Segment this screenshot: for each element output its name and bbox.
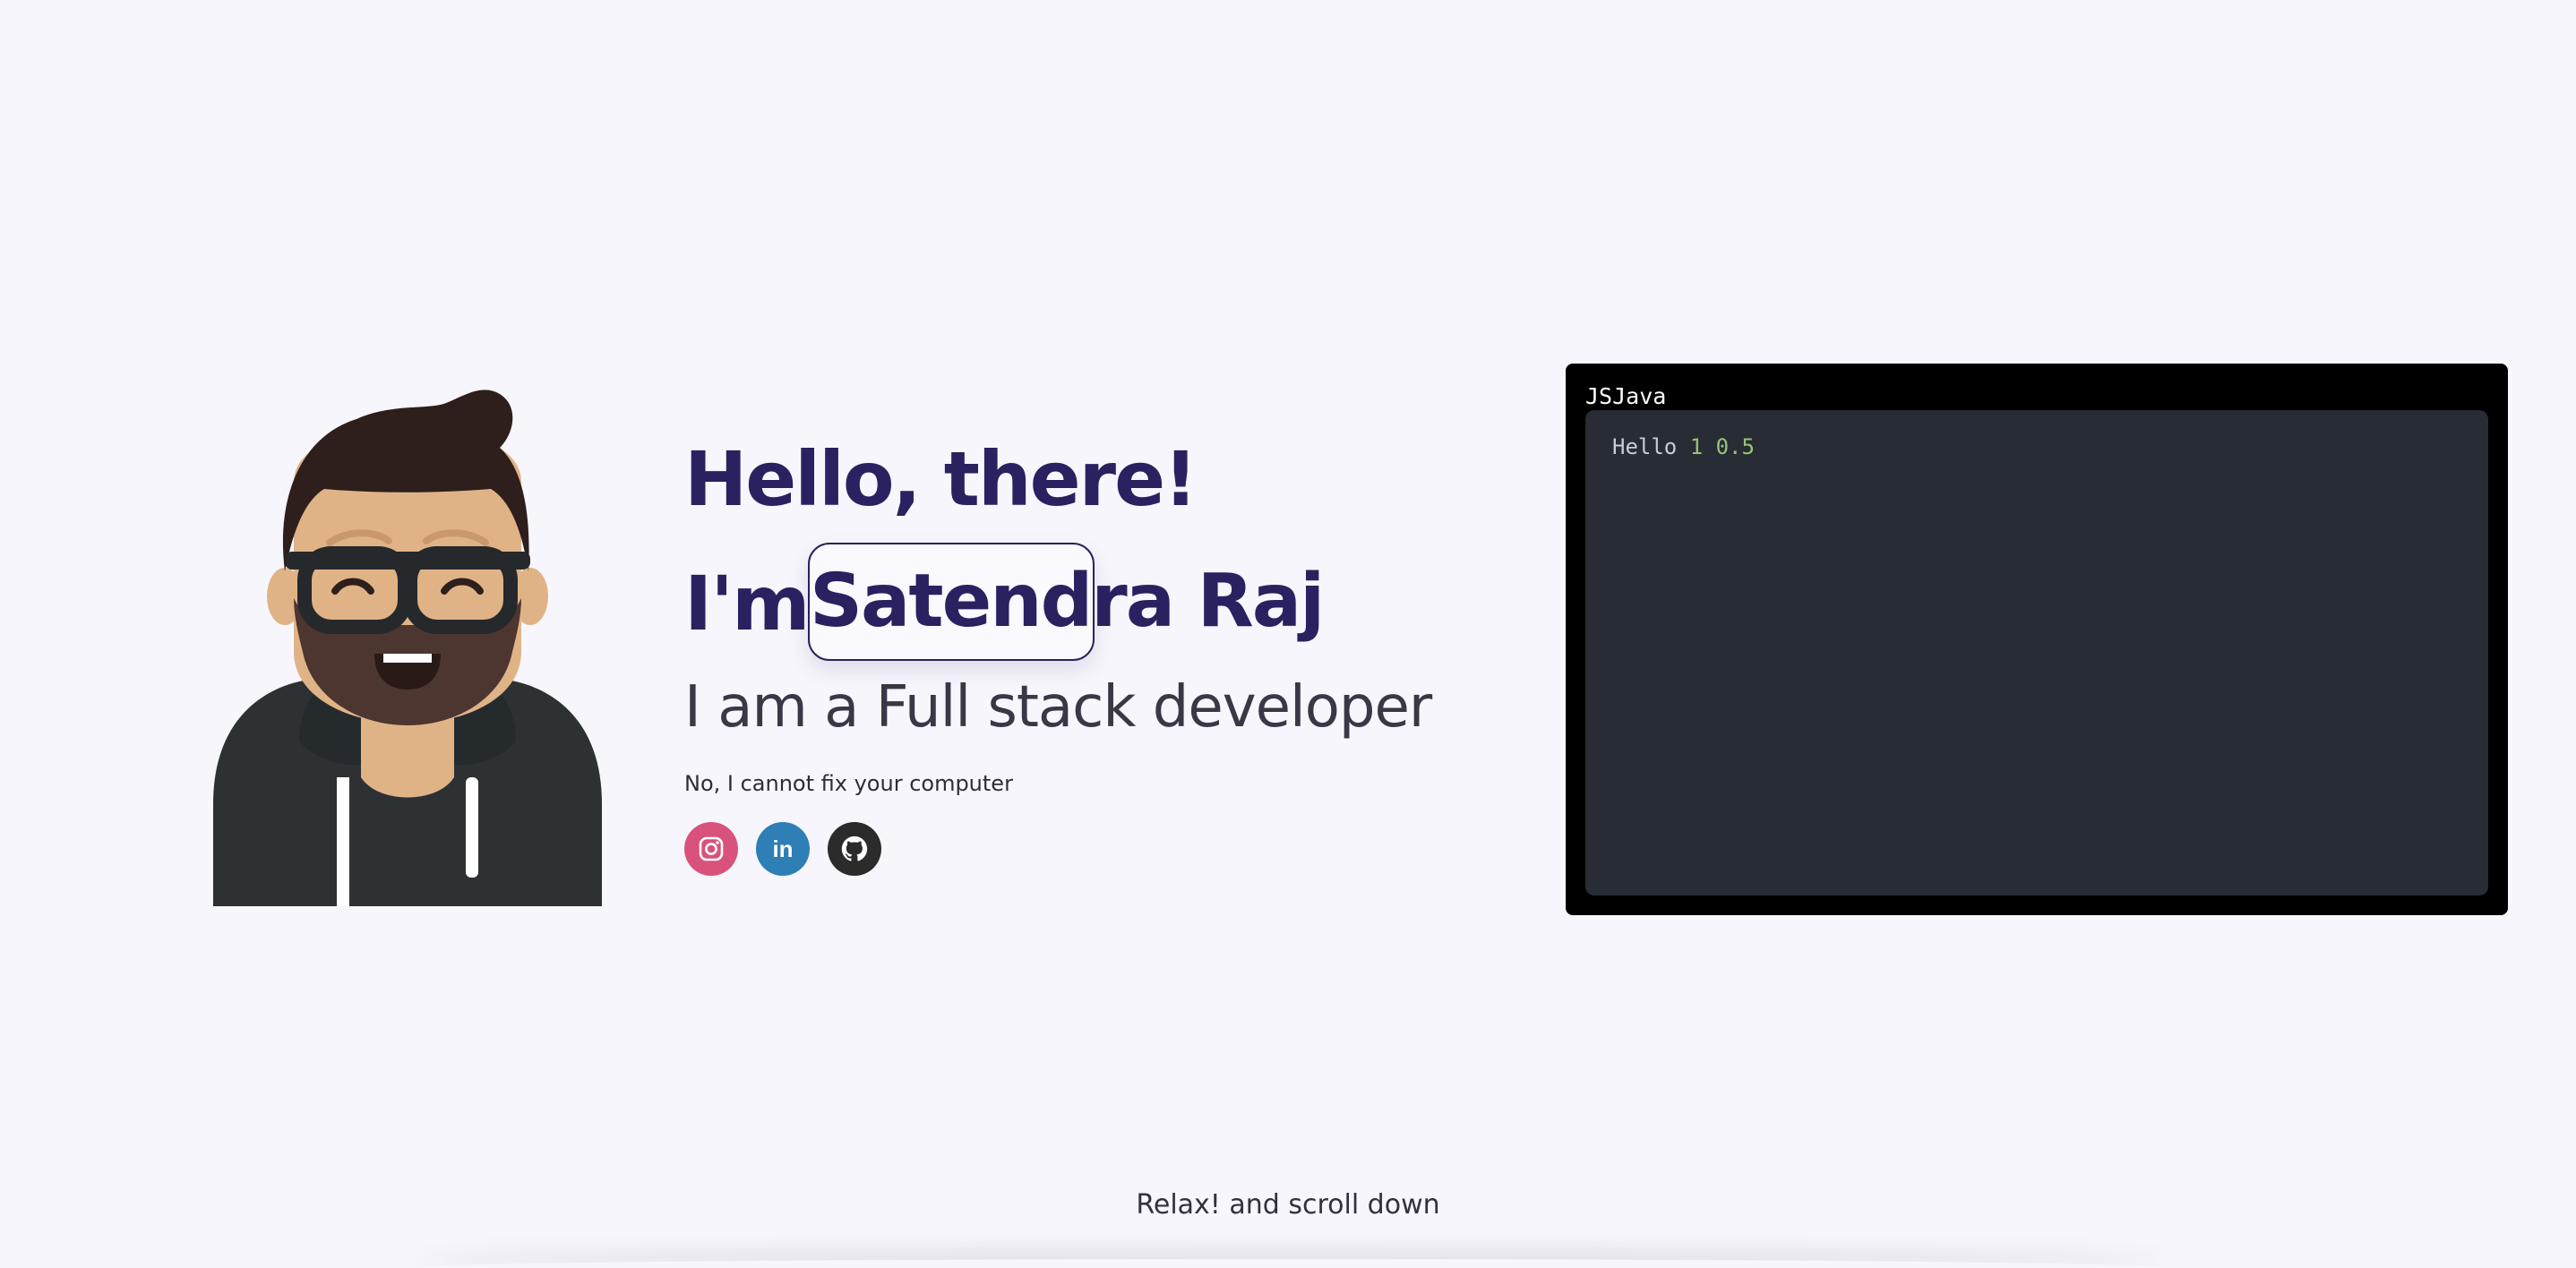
name-line: I'm Satendra Raj — [684, 543, 1490, 664]
greeting-heading: Hello, there! — [684, 435, 1198, 523]
linkedin-link[interactable]: in — [756, 822, 810, 876]
console-line: Hello 1 0.5 — [1612, 433, 1755, 460]
scroll-hint: Relax! and scroll down — [1136, 1189, 1440, 1221]
page: Hello, there! I'm Satendra Raj I am a Fu… — [0, 0, 2576, 1268]
drawstring-right — [466, 777, 478, 878]
github-link[interactable] — [828, 822, 881, 876]
code-output: Hello 1 0.5 — [1585, 410, 2488, 895]
intro-section: Hello, there! I'm Satendra Raj I am a Fu… — [684, 430, 1490, 876]
avatar-illustration — [213, 390, 602, 906]
im-prefix: I'm — [684, 560, 810, 647]
section-divider-shadow — [412, 1259, 2168, 1268]
output-number-1: 1 — [1689, 434, 1704, 459]
output-number-2: 0.5 — [1715, 434, 1755, 459]
instagram-link[interactable] — [684, 822, 738, 876]
name-highlight: Satendra Raj — [808, 543, 1325, 661]
github-icon — [841, 835, 868, 861]
code-tabs[interactable]: JSJava — [1585, 383, 1666, 410]
social-links: in — [684, 822, 1490, 876]
output-text: Hello — [1612, 434, 1678, 459]
linkedin-icon: in — [772, 835, 794, 862]
tagline: No, I cannot fix your computer — [684, 771, 1013, 796]
drawstring-left — [337, 777, 349, 906]
code-panel: JSJava Hello 1 0.5 — [1566, 364, 2508, 915]
role-heading: I am a Full stack developer — [684, 674, 1432, 741]
instagram-icon — [699, 836, 724, 861]
